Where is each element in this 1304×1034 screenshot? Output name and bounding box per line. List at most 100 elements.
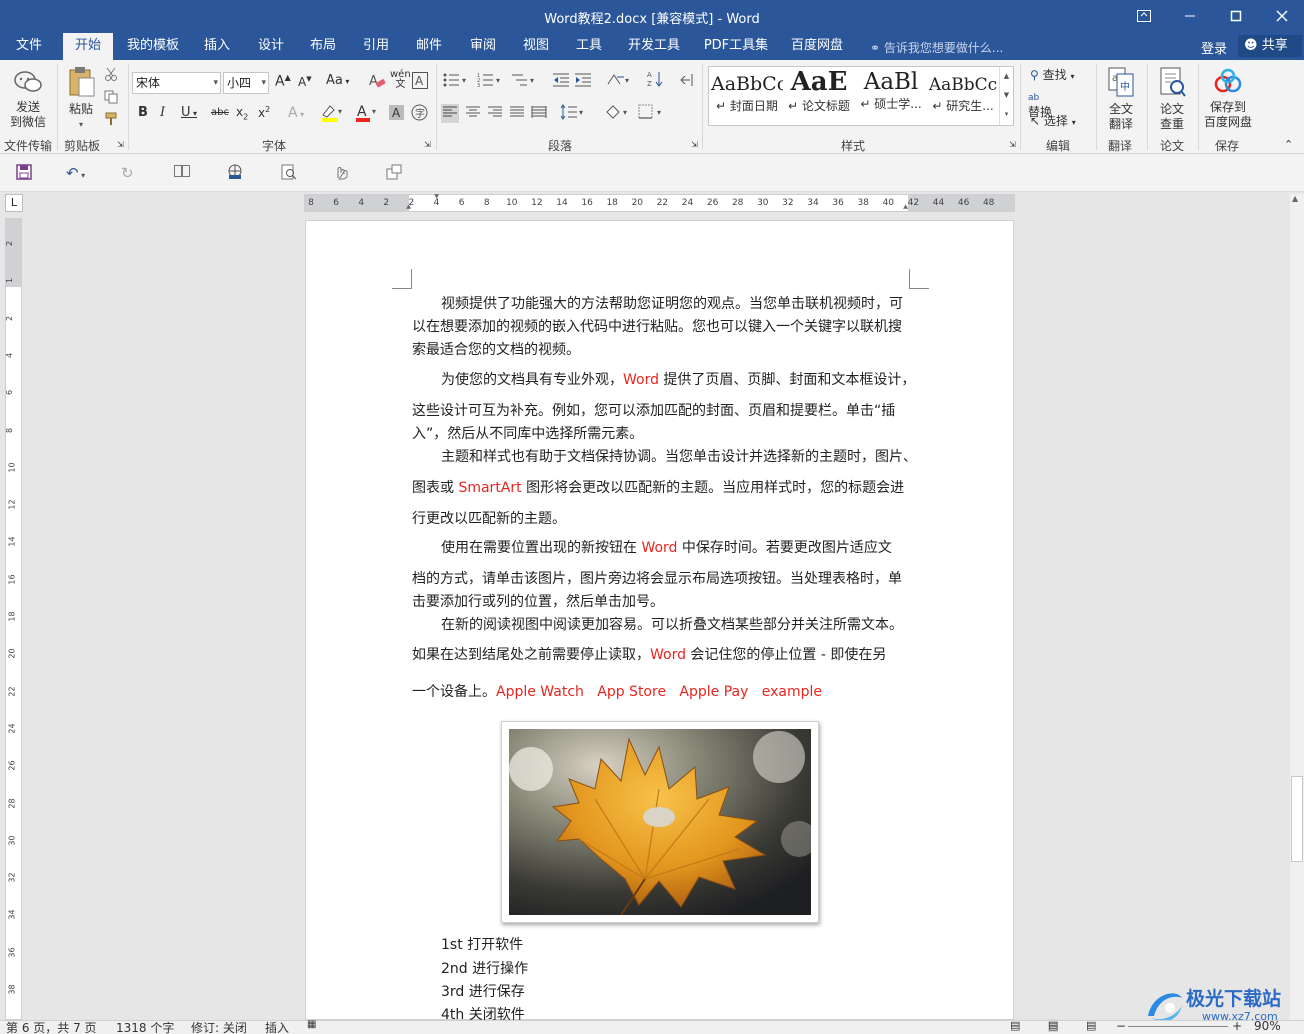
restore-icon[interactable] [1216,4,1256,28]
shading-icon[interactable]: ▾ [604,104,630,123]
minimize-icon[interactable] [1170,4,1210,28]
tab-review[interactable]: 审阅 [460,33,506,60]
bold-icon[interactable]: B [138,105,148,120]
tab-file[interactable]: 文件 [4,33,54,60]
styles-launcher-icon[interactable]: ⇲ [1009,140,1016,149]
find-button[interactable]: ⚲ 查找 ▾ [1030,66,1074,83]
subscript-icon[interactable]: x2 [236,105,248,121]
touch-mode-icon[interactable] [333,164,349,184]
italic-icon[interactable]: I [160,105,165,120]
chinese-layout-icon[interactable]: ▾ [606,72,632,91]
first-line-indent-marker[interactable]: ⯆ [433,193,440,203]
right-indent-marker[interactable]: ⯅ [902,203,909,213]
cut-icon[interactable] [104,67,118,84]
close-icon[interactable] [1262,4,1302,28]
character-shading-icon[interactable]: A [389,105,404,123]
status-track-changes[interactable]: 修订: 关闭 [191,1019,247,1034]
style-item[interactable]: AaBbCc ↵ 封面日期 [711,67,783,125]
share-button[interactable]: ☻ 共享 [1238,35,1302,57]
left-indent-marker[interactable]: ⯅ [405,203,412,213]
tab-home[interactable]: 开始 [63,33,113,60]
align-right-icon[interactable] [487,105,503,122]
align-left-icon[interactable] [441,104,459,123]
style-item[interactable]: AaE ↵ 论文标题 [783,67,855,125]
select-button[interactable]: ↖ 选择 ▾ [1030,112,1076,129]
highlight-color-icon[interactable]: ▾ [320,103,344,126]
tell-me-box[interactable]: ⚭ 告诉我您想要做什么... [870,39,1003,56]
style-item[interactable]: AaBl ↵ 硕士学... [855,67,927,125]
styles-scroll[interactable]: ▲ ▼ ▾ [999,67,1013,125]
tab-tools[interactable]: 工具 [566,33,612,60]
line-spacing-icon[interactable]: ▾ [560,104,586,123]
shrink-font-icon[interactable]: A▼ [298,75,312,89]
web-layout-view-icon[interactable]: ▤ [1086,1019,1096,1032]
tab-pdf-tools[interactable]: PDF工具集 [700,33,772,60]
enclose-characters-icon[interactable]: 字 [411,104,428,124]
style-item[interactable]: AaBbCc ↵ 研究生... [927,67,999,125]
macro-record-icon[interactable]: ▦ [307,1019,316,1030]
tab-design[interactable]: 设计 [248,33,294,60]
web-layout-icon[interactable] [226,164,244,184]
paste-button[interactable]: 粘贴 ▾ [62,66,100,132]
tab-layout[interactable]: 布局 [300,33,346,60]
print-preview-icon[interactable] [281,164,297,184]
redo-icon[interactable]: ↻ [121,164,134,182]
distributed-icon[interactable] [531,105,547,122]
login-link[interactable]: 登录 [1201,38,1227,57]
tab-selector[interactable]: L [5,194,23,212]
superscript-icon[interactable]: x2 [258,105,270,120]
tab-mailings[interactable]: 邮件 [406,33,452,60]
read-mode-icon[interactable] [174,164,190,182]
paper-check-button[interactable]: 论文 查重 [1153,66,1191,132]
increase-indent-icon[interactable] [574,72,592,91]
underline-icon[interactable]: U ▾ [181,105,197,120]
font-name-combo[interactable]: 宋体 ▾ [132,72,221,94]
justify-icon[interactable] [509,105,525,122]
grow-font-icon[interactable]: A▲ [275,73,291,90]
align-center-icon[interactable] [465,105,481,122]
phonetic-guide-icon[interactable]: wén 文 [390,70,411,90]
zoom-slider[interactable] [1128,1026,1228,1027]
tab-developer[interactable]: 开发工具 [621,33,687,60]
full-translate-button[interactable]: a中 全文 翻译 [1102,66,1140,132]
customize-toolbar-icon[interactable] [386,164,402,184]
font-size-combo[interactable]: 小四 ▾ [223,72,269,94]
character-border-icon[interactable]: A [412,72,428,92]
change-case-icon[interactable]: Aa ▾ [326,73,349,88]
numbering-icon[interactable]: 1 2 3 ▾ [477,72,503,91]
text-effects-icon[interactable]: A ▾ [288,105,304,121]
decrease-indent-icon[interactable] [552,72,570,91]
zoom-out-icon[interactable]: − [1116,1019,1126,1033]
multilevel-list-icon[interactable]: ▾ [511,72,537,91]
collapse-ribbon-icon[interactable]: ⌃ [1284,138,1293,151]
zoom-level[interactable]: 90% [1254,1019,1281,1033]
vertical-ruler[interactable]: 2 1 2 4 6 8 10 12 14 16 18 20 22 24 26 28 30 32 34 36 38 [5,218,22,1020]
print-layout-view-icon[interactable]: ▤ [1048,1019,1059,1032]
save-icon[interactable] [16,164,32,184]
sort-icon[interactable]: AZ [647,70,665,91]
status-insert-mode[interactable]: 插入 [265,1019,289,1034]
bullets-icon[interactable]: ▾ [443,72,469,91]
clear-formatting-icon[interactable]: A [368,72,386,93]
status-word-count[interactable]: 1318 个字 [116,1019,174,1034]
copy-icon[interactable] [104,90,118,107]
status-page[interactable]: 第 6 页，共 7 页 [6,1019,97,1034]
send-to-wechat-button[interactable]: 发送 到微信 [6,68,50,130]
tab-baidu-netdisk[interactable]: 百度网盘 [784,33,850,60]
scroll-up-icon[interactable]: ▲ [1292,194,1298,203]
show-marks-icon[interactable] [680,72,694,91]
format-painter-icon[interactable] [104,112,118,129]
scroll-thumb[interactable] [1291,776,1303,862]
ribbon-display-options-icon[interactable] [1124,4,1164,28]
tab-insert[interactable]: 插入 [194,33,240,60]
tab-references[interactable]: 引用 [353,33,399,60]
document-page[interactable]: 视频提供了功能强大的方法帮助您证明您的观点。当您单击联机视频时，可 以在想要添加… [305,220,1014,1023]
borders-icon[interactable]: ▾ [638,104,664,123]
leaf-image[interactable] [501,721,819,923]
tab-my-templates[interactable]: 我的模板 [122,33,184,60]
font-color-icon[interactable]: A ▾ [355,103,379,126]
paste-dropdown-icon[interactable]: ▾ [62,117,100,132]
tab-view[interactable]: 视图 [513,33,559,60]
clipboard-launcher-icon[interactable]: ⇲ [117,140,124,149]
font-launcher-icon[interactable]: ⇲ [424,140,431,149]
